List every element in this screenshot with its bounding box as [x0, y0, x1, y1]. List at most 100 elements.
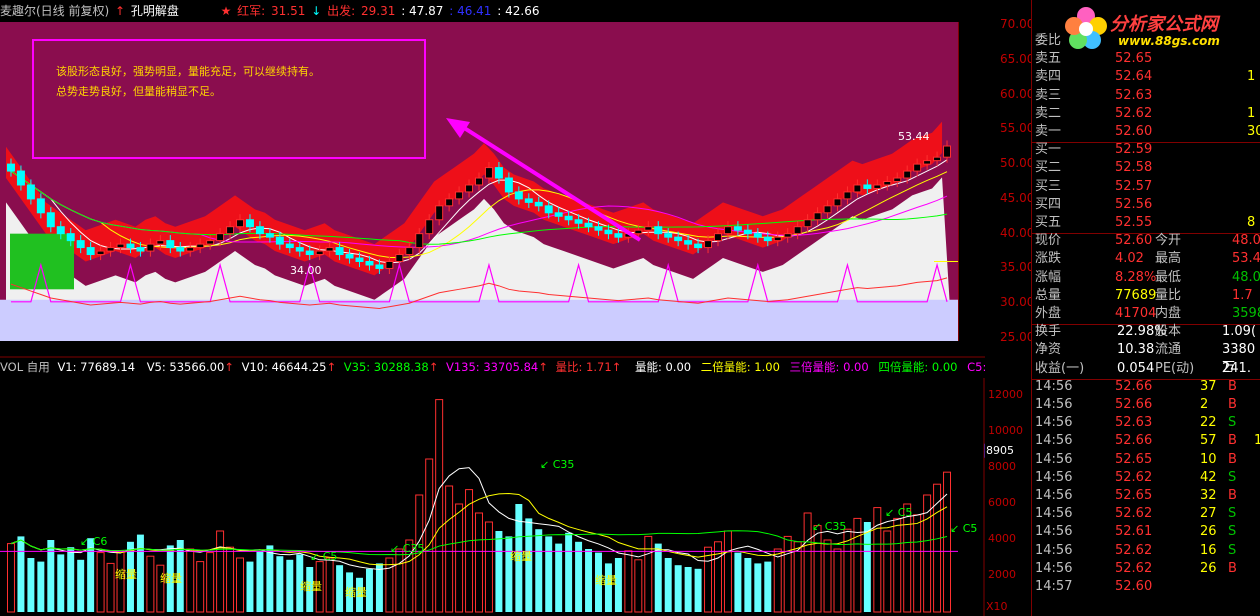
candle-body [494, 167, 503, 179]
tick-row[interactable]: 14:56 52.65 10 B [1032, 451, 1260, 469]
volume-bar [893, 517, 902, 613]
stats-row-cell: 3598 [1232, 306, 1260, 321]
candle-body [833, 198, 842, 207]
volume-bar [226, 546, 235, 613]
price-axis-label: 45.00 [1000, 190, 1035, 205]
volume-bar [136, 534, 144, 612]
tick-row-cell: 57 [1200, 433, 1217, 449]
indicator-marker-icon: ↑ [115, 4, 126, 18]
volume-bar [863, 522, 871, 612]
volume-ma10-line [10, 493, 948, 566]
candle-body [245, 219, 254, 228]
candle-body [106, 247, 115, 252]
tick-row[interactable]: 14:57 52.60 [1032, 578, 1260, 596]
tick-row-cell: 14:56 [1035, 488, 1073, 503]
indicator-name[interactable]: 孔明解盘 [131, 4, 179, 18]
shrink-volume-label: 缩量 [345, 586, 367, 599]
stats-row-cell: 外盘 [1035, 306, 1062, 321]
volume-bar [624, 550, 633, 613]
bid-row[interactable]: 买二 52.58 [1032, 159, 1260, 177]
stats2-row[interactable]: 收益(一) 0.054 PE(动) 241. [1032, 360, 1260, 378]
candle-body [674, 236, 683, 242]
volume-bar [455, 503, 464, 613]
hongjun-value: 31.51 [271, 4, 306, 18]
tick-row-cell: 37 [1200, 378, 1217, 394]
candle-body [773, 236, 782, 242]
vol-name[interactable]: VOL 自用 [0, 360, 50, 374]
tick-row-cell: B [1228, 488, 1237, 503]
tick-row[interactable]: 14:56 52.62 27 S [1032, 505, 1260, 523]
bid-row[interactable]: 买五 52.55 8 [1032, 214, 1260, 232]
tick-row[interactable]: 14:56 52.66 57 B 1 [1032, 432, 1260, 450]
volume-bar [793, 541, 802, 613]
candle-body [166, 240, 175, 249]
stats2-row-cell: 换手 [1035, 324, 1062, 340]
candle-body [46, 212, 55, 228]
candle-body [714, 233, 722, 242]
ask-row-cell: 1 [1247, 69, 1256, 85]
tick-row[interactable]: 14:56 52.62 16 S [1032, 542, 1260, 560]
ask-row[interactable]: 卖四 52.64 1 [1032, 68, 1260, 86]
volume-ma5-line [10, 467, 948, 571]
tick-row[interactable]: 14:56 52.62 26 B [1032, 560, 1260, 578]
ask-row[interactable]: 卖三 52.63 [1032, 87, 1260, 105]
candle-body [6, 163, 15, 172]
stats-row[interactable]: 外盘 41704内盘 3598 [1032, 305, 1260, 323]
candle-body [325, 247, 334, 252]
stats-row[interactable]: 现价 52.60 今开 48.0 [1032, 232, 1260, 250]
vol-liangneng: 量能: 0.00 [634, 360, 692, 374]
stats-row-cell: 1.7 [1232, 287, 1253, 303]
candle-body [664, 233, 673, 238]
kline-chart-area[interactable]: 麦趣尔(日线 前复权) ↑ 孔明解盘 ★ 红军: 31.51 ↓ 出发: 29.… [0, 0, 1034, 616]
bid-row-cell: 52.55 [1115, 215, 1153, 230]
bid-row[interactable]: 买一 52.59 [1032, 141, 1260, 159]
tick-row-cell: 1 [1254, 433, 1260, 449]
stats-row[interactable]: 总量 77689 量比 1.7 [1032, 287, 1260, 305]
tick-row-cell: B [1228, 560, 1237, 576]
bid-row[interactable]: 买三 52.57 [1032, 178, 1260, 196]
tick-row-cell: 14:56 [1035, 433, 1073, 449]
stats2-row-cell: 0.054 [1117, 360, 1155, 376]
bid-row[interactable]: 买四 52.56 [1032, 196, 1260, 214]
tick-row[interactable]: 14:56 52.66 37 B [1032, 378, 1260, 396]
volume-bar [57, 554, 65, 612]
vol-v35: V35: 30288.38 [343, 360, 429, 374]
tick-row[interactable]: 14:56 52.66 2 B [1032, 396, 1260, 414]
candle-body [56, 226, 65, 235]
stats-row-cell: 总量 [1035, 287, 1062, 303]
volume-bar [77, 559, 85, 612]
tick-row-cell: 14:56 [1035, 524, 1073, 540]
stats2-row[interactable]: 净资 10.38 流通 3380万 [1032, 341, 1260, 375]
stats-row-cell: 今开 [1155, 233, 1182, 249]
candle-body [883, 181, 892, 186]
stats-row[interactable]: 涨幅 8.28% 最低 48.0 [1032, 269, 1260, 287]
stats-row-cell: 最高 [1155, 251, 1182, 267]
tick-row-cell: S [1228, 506, 1237, 522]
tick-row[interactable]: 14:56 52.61 26 S [1032, 523, 1260, 541]
shrink-volume-label: 缩量 [115, 568, 137, 581]
tick-row[interactable]: 14:56 52.65 32 B [1032, 487, 1260, 505]
tick-row[interactable]: 14:56 52.62 42 S [1032, 469, 1260, 487]
volume-bar [475, 512, 483, 613]
stock-title[interactable]: 麦趣尔(日线 前复权) [0, 4, 109, 18]
ask-row[interactable]: 卖一 52.60 30 [1032, 123, 1260, 141]
candle-body [435, 205, 444, 221]
candle-body [405, 247, 414, 256]
stats-row[interactable]: 涨跌 4.02 最高 53.4 [1032, 250, 1260, 268]
stats2-row[interactable]: 换手 22.98% 股本 1.09( [1032, 323, 1260, 341]
vol-v10: V10: 46644.25 [241, 360, 327, 374]
volume-bar [525, 518, 533, 612]
comment-line-1: 该股形态良好，强势明显，量能充足，可以继续持有。 [56, 65, 320, 78]
tick-row-cell: 26 [1200, 524, 1217, 540]
tick-row-cell: 14:56 [1035, 415, 1073, 431]
tick-row[interactable]: 14:56 52.63 22 S [1032, 414, 1260, 432]
price-axis-label: 70.00 [1000, 17, 1035, 31]
candle-body [305, 250, 314, 256]
tick-row-cell: 14:56 [1035, 506, 1073, 522]
stats-row-cell: 现价 [1035, 233, 1062, 249]
candle-body [455, 191, 464, 200]
stats2-row-cell: 241. [1222, 360, 1251, 376]
ask-row[interactable]: 卖二 52.62 1 [1032, 105, 1260, 123]
shrink-volume-label: 缩量 [300, 580, 322, 593]
tick-row-cell: S [1228, 542, 1237, 558]
